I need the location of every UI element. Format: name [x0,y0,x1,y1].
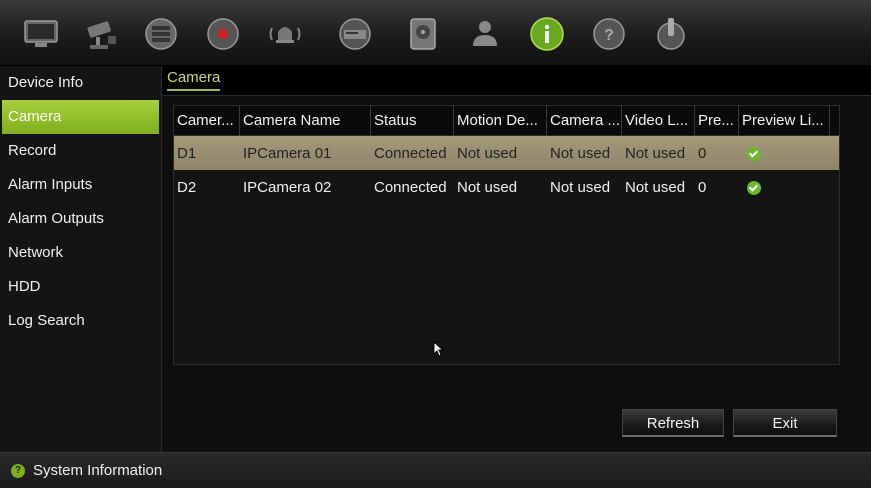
system-information-label[interactable]: System Information [33,462,162,479]
user-icon[interactable] [466,16,504,52]
network-icon[interactable] [142,16,180,52]
sidebar-item-log-search[interactable]: Log Search [0,304,161,338]
column-header-camera[interactable]: Camer... [174,106,240,136]
sidebar-item-camera[interactable]: Camera [2,100,159,134]
help-icon[interactable]: ? [590,16,628,52]
cell-video-loss: Not used [625,178,686,196]
mouse-cursor-icon [433,341,445,357]
column-header-preview-link[interactable]: Preview Li... [739,106,830,136]
hdd-icon[interactable] [404,16,442,52]
cell-pre: 0 [698,178,707,196]
column-header-motion-detection[interactable]: Motion De... [454,106,547,136]
tab-bar: Camera [162,66,871,96]
sidebar-item-alarm-inputs[interactable]: Alarm Inputs [0,168,161,202]
cell-video-loss: Not used [625,144,686,162]
check-icon[interactable] [747,146,761,161]
sidebar-item-record[interactable]: Record [0,134,161,168]
cell-camera: D1 [177,144,197,162]
cell-camera-tamper: Not used [550,178,611,196]
main-panel: Camera Camer... Camera Name Status Motio… [162,66,871,452]
status-bar: ? System Information [0,452,871,488]
cell-motion-detection: Not used [457,178,518,196]
column-header-status[interactable]: Status [371,106,454,136]
camera-table: Camer... Camera Name Status Motion De...… [173,105,840,365]
table-row[interactable]: D1 IPCamera 01 Connected Not used Not us… [174,136,839,170]
info-icon[interactable] [528,16,566,52]
cell-preview-link [739,179,830,196]
table-row[interactable]: D2 IPCamera 02 Connected Not used Not us… [174,170,839,204]
cell-motion-detection: Not used [457,144,518,162]
alarm-icon[interactable] [266,16,304,52]
cell-camera-tamper: Not used [550,144,611,162]
svg-text:?: ? [604,27,614,44]
camera-icon[interactable] [82,16,120,52]
power-icon[interactable] [652,16,690,52]
cell-status: Connected [374,178,447,196]
column-header-pre[interactable]: Pre... [695,106,739,136]
cell-camera-name: IPCamera 02 [243,178,332,196]
cell-camera: D2 [177,178,197,196]
record-icon[interactable] [204,16,242,52]
column-header-camera-tamper[interactable]: Camera ... [547,106,622,136]
cell-status: Connected [374,144,447,162]
table-header: Camer... Camera Name Status Motion De...… [174,106,839,136]
cell-pre: 0 [698,144,707,162]
cell-preview-link [739,145,830,162]
sidebar-item-device-info[interactable]: Device Info [0,66,161,100]
device-icon[interactable] [336,16,374,52]
exit-button[interactable]: Exit [733,409,837,437]
monitor-icon[interactable] [22,16,60,52]
sidebar-item-network[interactable]: Network [0,236,161,270]
cell-camera-name: IPCamera 01 [243,144,332,162]
top-toolbar: ? [0,0,871,66]
sidebar-item-hdd[interactable]: HDD [0,270,161,304]
check-icon[interactable] [747,180,761,195]
refresh-button[interactable]: Refresh [622,409,724,437]
column-header-camera-name[interactable]: Camera Name [240,106,371,136]
tab-camera[interactable]: Camera [167,69,221,91]
column-header-video-loss[interactable]: Video L... [622,106,695,136]
sidebar-item-alarm-outputs[interactable]: Alarm Outputs [0,202,161,236]
help-icon: ? [11,464,25,478]
sidebar: Device Info Camera Record Alarm Inputs A… [0,66,162,452]
